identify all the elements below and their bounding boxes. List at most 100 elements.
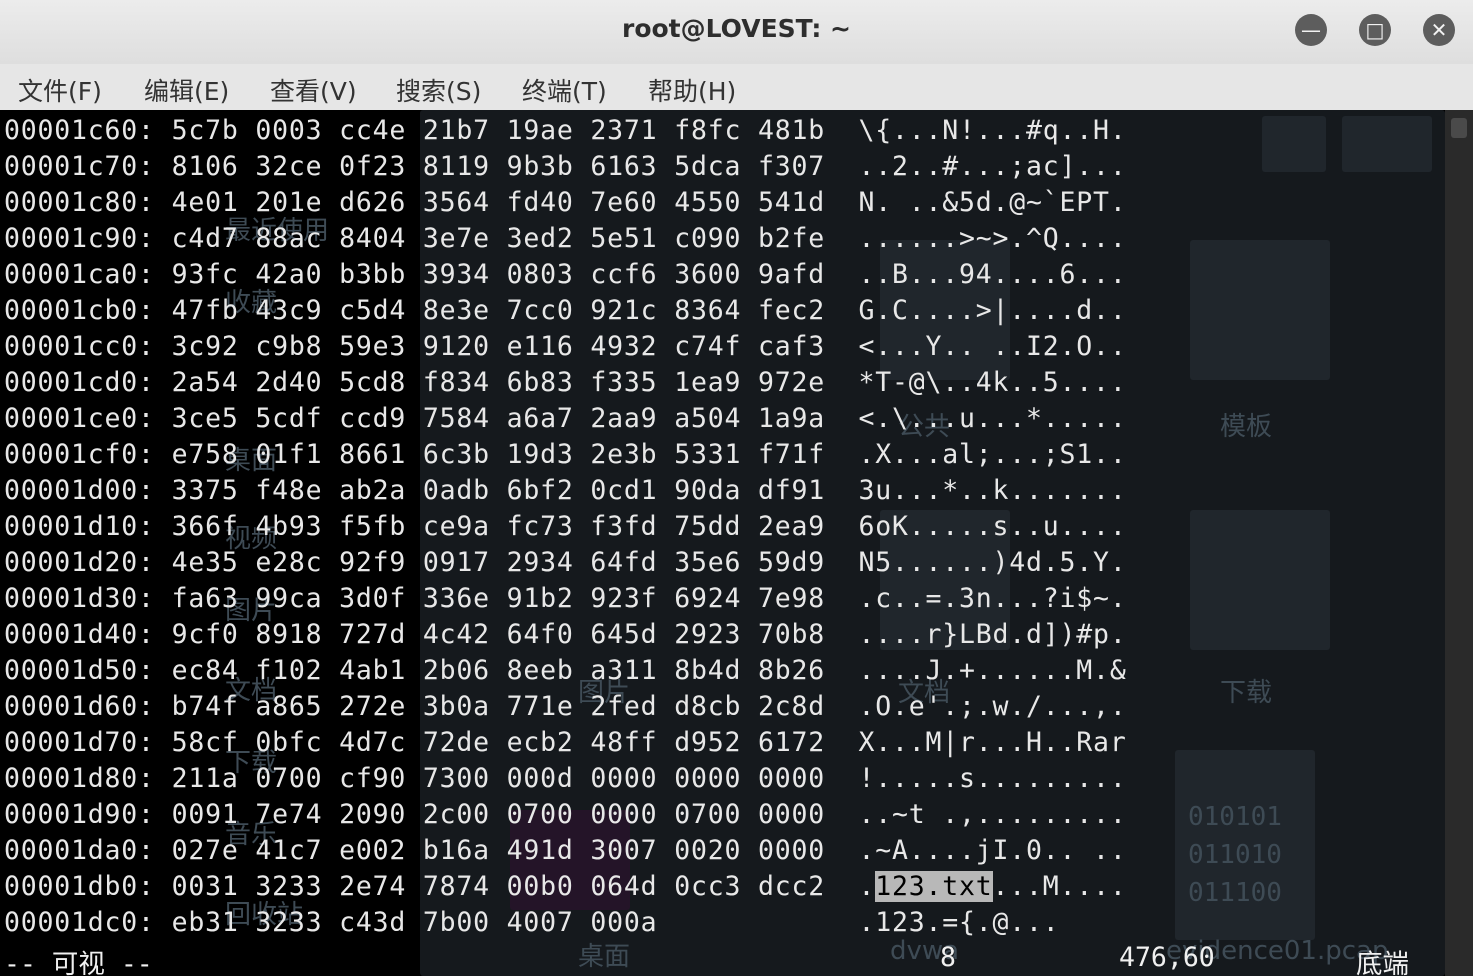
hex-bytes: 3ce5 5cdf ccd9 7584 a6a7 2aa9 a504 1a9a: [171, 403, 825, 434]
ascii-text: .123.={.@...: [690, 907, 1060, 938]
hex-bytes: 3375 f48e ab2a 0adb 6bf2 0cd1 90da df91: [171, 475, 825, 506]
maximize-icon: □: [1365, 18, 1385, 42]
hex-dump[interactable]: 00001c60: 5c7b 0003 cc4e 21b7 19ae 2371 …: [4, 113, 1127, 941]
hex-line[interactable]: 00001d00: 3375 f48e ab2a 0adb 6bf2 0cd1 …: [4, 473, 1127, 509]
hex-bytes: c4d7 88ac 8404 3e7e 3ed2 5e51 c090 b2fe: [171, 223, 825, 254]
hex-line[interactable]: 00001d70: 58cf 0bfc 4d7c 72de ecb2 48ff …: [4, 725, 1127, 761]
minimize-button[interactable]: —: [1295, 14, 1327, 46]
terminal-area[interactable]: 最近使用 收藏 桌面 视频 图片 文档 下载 音乐 回收站 公共 模板 图片 文…: [0, 110, 1445, 976]
hex-offset: 00001d50:: [4, 655, 155, 686]
close-icon: ✕: [1430, 18, 1448, 42]
hex-line[interactable]: 00001cd0: 2a54 2d40 5cd8 f834 6b83 f335 …: [4, 365, 1127, 401]
ascii-text: ...M....: [992, 871, 1127, 902]
ghost-label-templates: 模板: [1220, 412, 1273, 442]
hex-bytes: e758 01f1 8661 6c3b 19d3 2e3b 5331 f71f: [171, 439, 825, 470]
ascii-text: !.....s.........: [858, 763, 1127, 794]
hex-line[interactable]: 00001d10: 366f 4b93 f5fb ce9a fc73 f3fd …: [4, 509, 1127, 545]
hex-line[interactable]: 00001d80: 211a 0700 cf90 7300 000d 0000 …: [4, 761, 1127, 797]
hex-line[interactable]: 00001cb0: 47fb 43c9 c5d4 8e3e 7cc0 921c …: [4, 293, 1127, 329]
ascii-text: X...M|r...H..Rar: [858, 727, 1127, 758]
ghost-folder-downloads: [1190, 510, 1330, 650]
hex-offset: 00001d80:: [4, 763, 155, 794]
mode-indicator: -- 可视 --: [4, 949, 153, 976]
hex-bytes: 47fb 43c9 c5d4 8e3e 7cc0 921c 8364 fec2: [171, 295, 825, 326]
selected-text[interactable]: 123.txt: [875, 871, 993, 902]
ascii-text: ....r}LBd.d])#p.: [858, 619, 1127, 650]
hex-line[interactable]: 00001ca0: 93fc 42a0 b3bb 3934 0803 ccf6 …: [4, 257, 1127, 293]
ghost-binary-line: 011100: [1188, 878, 1282, 908]
hex-bytes: 5c7b 0003 cc4e 21b7 19ae 2371 f8fc 481b: [171, 115, 825, 146]
scrollbar-thumb[interactable]: [1451, 118, 1467, 138]
ascii-text: .X...al;...;S1..: [858, 439, 1127, 470]
ascii-text: ..B...94....6...: [858, 259, 1127, 290]
hex-line[interactable]: 00001c80: 4e01 201e d626 3564 fd40 7e60 …: [4, 185, 1127, 221]
hex-bytes: 3c92 c9b8 59e3 9120 e116 4932 c74f caf3: [171, 331, 825, 362]
hex-bytes: 0031 3233 2e74 7874 00b0 064d 0cc3 dcc2: [171, 871, 825, 902]
hex-offset: 00001db0:: [4, 871, 155, 902]
hex-line[interactable]: 00001d60: b74f a865 272e 3b0a 771e 2fed …: [4, 689, 1127, 725]
hex-line[interactable]: 00001d20: 4e35 e28c 92f9 0917 2934 64fd …: [4, 545, 1127, 581]
menu-edit[interactable]: 编辑(E): [144, 72, 229, 108]
hex-bytes: 4e35 e28c 92f9 0917 2934 64fd 35e6 59d9: [171, 547, 825, 578]
ascii-text: 6oK.....s..u....: [858, 511, 1127, 542]
hex-offset: 00001d60:: [4, 691, 155, 722]
cursor-position: 476,60: [1119, 942, 1215, 973]
hex-line[interactable]: 00001cc0: 3c92 c9b8 59e3 9120 e116 4932 …: [4, 329, 1127, 365]
hex-offset: 00001cb0:: [4, 295, 155, 326]
hex-line[interactable]: 00001c90: c4d7 88ac 8404 3e7e 3ed2 5e51 …: [4, 221, 1127, 257]
hex-line[interactable]: 00001ce0: 3ce5 5cdf ccd9 7584 a6a7 2aa9 …: [4, 401, 1127, 437]
ghost-binary-line: 010101: [1188, 802, 1282, 832]
ghost-folder-templates: [1190, 240, 1330, 380]
close-button[interactable]: ✕: [1423, 14, 1455, 46]
hex-line[interactable]: 00001d30: fa63 99ca 3d0f 336e 91b2 923f …: [4, 581, 1127, 617]
ascii-text: N. ..&5d.@~`EPT.: [858, 187, 1127, 218]
menu-search[interactable]: 搜索(S): [396, 72, 481, 108]
ghost-view-button: [1342, 116, 1432, 172]
hex-bytes: 8106 32ce 0f23 8119 9b3b 6163 5dca f307: [171, 151, 825, 182]
hex-bytes: 9cf0 8918 727d 4c42 64f0 645d 2923 70b8: [171, 619, 825, 650]
hex-line[interactable]: 00001d40: 9cf0 8918 727d 4c42 64f0 645d …: [4, 617, 1127, 653]
hex-bytes: b74f a865 272e 3b0a 771e 2fed d8cb 2c8d: [171, 691, 825, 722]
hex-bytes: 4e01 201e d626 3564 fd40 7e60 4550 541d: [171, 187, 825, 218]
title-bar[interactable]: root@LOVEST: ~ — □ ✕: [0, 0, 1473, 65]
hex-bytes: ec84 f102 4ab1 2b06 8eeb a311 8b4d 8b26: [171, 655, 825, 686]
hex-line[interactable]: 00001c70: 8106 32ce 0f23 8119 9b3b 6163 …: [4, 149, 1127, 185]
hex-offset: 00001ce0:: [4, 403, 155, 434]
ascii-text: *T-@\..4k..5....: [858, 367, 1127, 398]
hex-offset: 00001c70:: [4, 151, 155, 182]
hex-line[interactable]: 00001dc0: eb31 3233 c43d 7b00 4007 000a …: [4, 905, 1127, 941]
hex-offset: 00001cd0:: [4, 367, 155, 398]
ghost-label-downloads: 下载: [1220, 678, 1273, 708]
hex-line[interactable]: 00001c60: 5c7b 0003 cc4e 21b7 19ae 2371 …: [4, 113, 1127, 149]
menu-view[interactable]: 查看(V): [270, 72, 357, 108]
hex-line[interactable]: 00001db0: 0031 3233 2e74 7874 00b0 064d …: [4, 869, 1127, 905]
ascii-text: 3u...*..k.......: [858, 475, 1127, 506]
hex-bytes: 366f 4b93 f5fb ce9a fc73 f3fd 75dd 2ea9: [171, 511, 825, 542]
hex-line[interactable]: 00001d90: 0091 7e74 2090 2c00 0700 0000 …: [4, 797, 1127, 833]
ascii-text: ......>~>.^Q....: [858, 223, 1127, 254]
ascii-text: .~A....jI.0.. ..: [858, 835, 1127, 866]
hex-line[interactable]: 00001d50: ec84 f102 4ab1 2b06 8eeb a311 …: [4, 653, 1127, 689]
ascii-text: ....J.+......M.&: [858, 655, 1127, 686]
scrollbar[interactable]: [1445, 110, 1473, 976]
hex-line[interactable]: 00001cf0: e758 01f1 8661 6c3b 19d3 2e3b …: [4, 437, 1127, 473]
menu-terminal[interactable]: 终端(T): [522, 72, 607, 108]
ascii-text: G.C....>|....d..: [858, 295, 1127, 326]
selection-count: 8: [940, 942, 956, 973]
terminal-window: root@LOVEST: ~ — □ ✕ 文件(F) 编辑(E) 查看(V) 搜…: [0, 0, 1473, 976]
hex-bytes: 93fc 42a0 b3bb 3934 0803 ccf6 3600 9afd: [171, 259, 825, 290]
ascii-text: .c..=.3n...?i$~.: [858, 583, 1127, 614]
maximize-button[interactable]: □: [1359, 14, 1391, 46]
hex-offset: 00001dc0:: [4, 907, 155, 938]
menu-help[interactable]: 帮助(H): [648, 72, 736, 108]
menu-bar: 文件(F) 编辑(E) 查看(V) 搜索(S) 终端(T) 帮助(H): [0, 64, 1473, 111]
menu-file[interactable]: 文件(F): [18, 72, 102, 108]
hex-offset: 00001cf0:: [4, 439, 155, 470]
hex-offset: 00001c60:: [4, 115, 155, 146]
hex-bytes: fa63 99ca 3d0f 336e 91b2 923f 6924 7e98: [171, 583, 825, 614]
hex-offset: 00001c90:: [4, 223, 155, 254]
scroll-position: 底端: [1356, 949, 1409, 976]
hex-line[interactable]: 00001da0: 027e 41c7 e002 b16a 491d 3007 …: [4, 833, 1127, 869]
hex-offset: 00001c80:: [4, 187, 155, 218]
hex-offset: 00001d30:: [4, 583, 155, 614]
